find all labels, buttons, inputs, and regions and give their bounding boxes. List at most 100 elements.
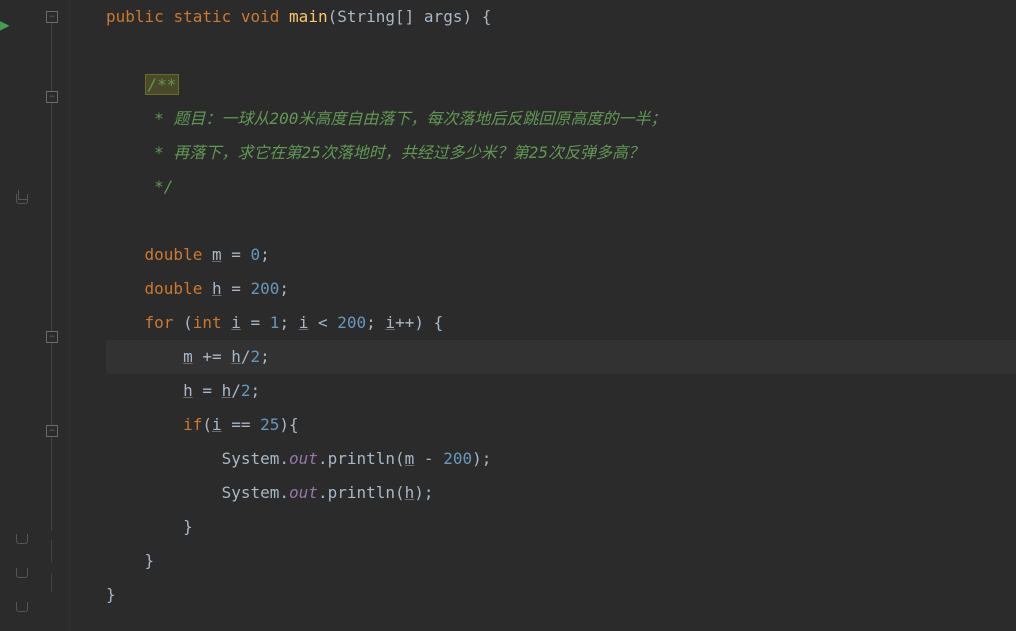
punct: = (241, 313, 270, 332)
fold-end-marker (16, 568, 28, 578)
number: 2 (241, 381, 251, 400)
punct: ; (279, 313, 298, 332)
var: i (385, 313, 395, 332)
code-line[interactable]: /** (106, 68, 1016, 102)
punct: ; (251, 381, 261, 400)
code-line[interactable]: System.out.println(h); (106, 476, 1016, 510)
code-line-current[interactable]: m += h/2; (106, 340, 1016, 374)
code-line[interactable]: */ (106, 170, 1016, 204)
code-content[interactable]: public static void main(String[] args) {… (70, 0, 1016, 631)
keyword: for (145, 313, 174, 332)
punct: / (241, 347, 251, 366)
code-editor[interactable]: ▶ − − − − public static void main(String… (0, 0, 1016, 631)
field: out (289, 449, 318, 468)
number: 200 (337, 313, 366, 332)
number: 25 (260, 415, 279, 434)
punct: ( (328, 7, 338, 26)
fold-line (51, 343, 52, 425)
var: m (212, 245, 222, 264)
fold-toggle[interactable]: − (46, 11, 58, 23)
field: out (289, 483, 318, 502)
punct: ( (395, 483, 405, 502)
var: m (183, 347, 193, 366)
keyword: static (173, 7, 231, 26)
punct: ++) { (395, 313, 443, 332)
fold-end-marker (16, 534, 28, 544)
fold-line (51, 103, 52, 195)
comment-start: /** (145, 74, 180, 95)
code-line[interactable]: double m = 0; (106, 238, 1016, 272)
code-line[interactable]: } (106, 544, 1016, 578)
var: h (222, 381, 232, 400)
code-line[interactable] (106, 34, 1016, 68)
punct: ) { (462, 7, 491, 26)
punct: - (414, 449, 443, 468)
var: m (405, 449, 415, 468)
run-icon[interactable]: ▶ (0, 8, 10, 42)
code-line[interactable]: * 题目：一球从200米高度自由落下，每次落地后反跳回原高度的一半； (106, 102, 1016, 136)
punct: = (193, 381, 222, 400)
keyword: int (193, 313, 222, 332)
method-call: println (328, 483, 395, 502)
punct: } (145, 551, 155, 570)
fold-line (51, 23, 52, 91)
punct: ); (472, 449, 491, 468)
punct: } (183, 517, 193, 536)
code-line[interactable]: h = h/2; (106, 374, 1016, 408)
punct: < (308, 313, 337, 332)
fold-end-marker (16, 194, 28, 204)
number: 1 (270, 313, 280, 332)
var: h (212, 279, 222, 298)
comment: * 题目：一球从200米高度自由落下，每次落地后反跳回原高度的一半； (145, 109, 667, 128)
method-name: main (289, 7, 328, 26)
var: i (299, 313, 309, 332)
number: 2 (251, 347, 261, 366)
method-call: println (328, 449, 395, 468)
fold-toggle[interactable]: − (46, 425, 58, 437)
code-line[interactable]: } (106, 510, 1016, 544)
punct: == (222, 415, 261, 434)
type: String (337, 7, 395, 26)
comment-end: */ (145, 177, 174, 196)
punct: ; (279, 279, 289, 298)
code-line[interactable]: public static void main(String[] args) { (106, 0, 1016, 34)
punct: ); (414, 483, 433, 502)
param: args (424, 7, 463, 26)
punct: . (318, 483, 328, 502)
punct: } (106, 585, 116, 604)
fold-toggle[interactable]: − (46, 91, 58, 103)
punct: ; (260, 347, 270, 366)
code-line[interactable] (106, 204, 1016, 238)
editor-gutter: ▶ − − − − (0, 0, 70, 631)
number: 200 (443, 449, 472, 468)
keyword: public (106, 7, 164, 26)
punct: / (231, 381, 241, 400)
comment: * 再落下，求它在第25次落地时，共经过多少米？第25次反弹多高？ (145, 143, 644, 162)
fold-line (51, 437, 52, 531)
punct: ; (366, 313, 385, 332)
code-line[interactable]: for (int i = 1; i < 200; i++) { (106, 306, 1016, 340)
punct: [] (395, 7, 424, 26)
punct: ( (395, 449, 405, 468)
code-line[interactable]: * 再落下，求它在第25次落地时，共经过多少米？第25次反弹多高？ (106, 136, 1016, 170)
keyword: if (183, 415, 202, 434)
fold-line (51, 574, 52, 592)
punct: ( (173, 313, 192, 332)
code-line[interactable]: if(i == 25){ (106, 408, 1016, 442)
punct: = (222, 245, 251, 264)
number: 0 (251, 245, 261, 264)
code-line[interactable]: double h = 200; (106, 272, 1016, 306)
class-ref: System (222, 483, 280, 502)
code-line[interactable]: } (106, 578, 1016, 612)
fold-toggle[interactable]: − (46, 331, 58, 343)
var: h (231, 347, 241, 366)
keyword: double (145, 245, 203, 264)
code-line[interactable]: System.out.println(m - 200); (106, 442, 1016, 476)
keyword: void (241, 7, 280, 26)
punct: = (222, 279, 251, 298)
var: h (183, 381, 193, 400)
punct: . (279, 449, 289, 468)
number: 200 (251, 279, 280, 298)
class-ref: System (222, 449, 280, 468)
punct: ){ (279, 415, 298, 434)
